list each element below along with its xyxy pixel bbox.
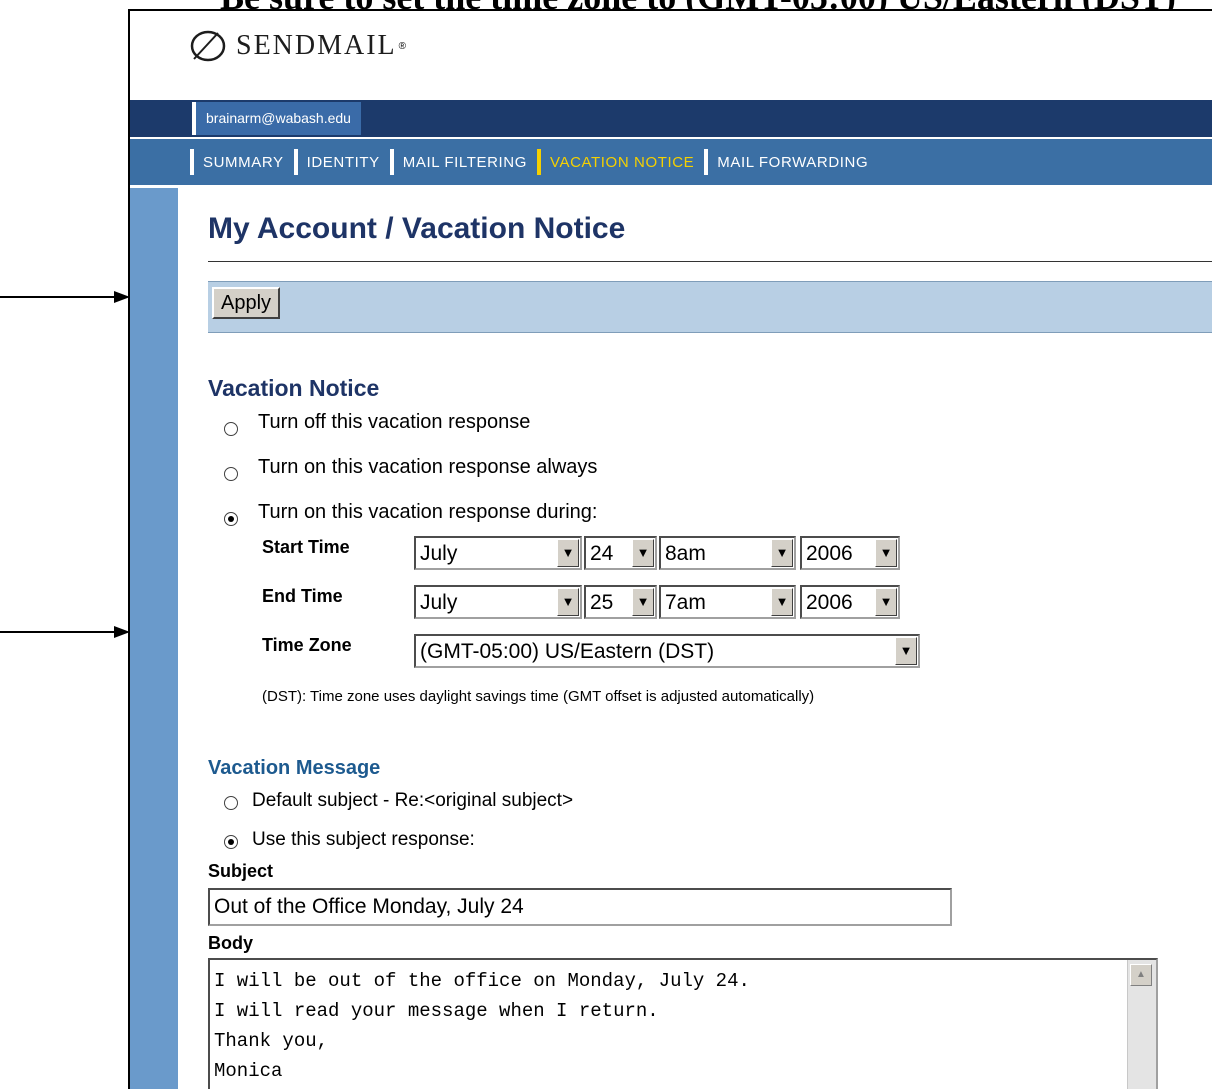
registered-mark: ®	[398, 40, 407, 52]
apply-toolbar: Apply	[208, 281, 1212, 333]
dropdown-arrow-icon[interactable]: ▼	[771, 588, 793, 616]
start-time-label: Start Time	[262, 537, 350, 557]
sendmail-logo-icon	[190, 30, 226, 62]
subject-input[interactable]	[208, 888, 952, 926]
dropdown-arrow-icon[interactable]: ▼	[557, 588, 579, 616]
tab-mail-forwarding[interactable]: MAIL FORWARDING	[704, 149, 878, 175]
user-bar: brainarm@wabash.edu	[130, 100, 1212, 137]
tab-identity[interactable]: IDENTITY	[293, 149, 390, 175]
end-month-value: July	[420, 591, 458, 614]
brand-name: SENDMAIL	[236, 30, 397, 61]
tab-summary[interactable]: SUMMARY	[190, 149, 294, 175]
radio-turn-on-during[interactable]	[224, 512, 238, 526]
vacation-message-title: Vacation Message	[208, 757, 381, 779]
start-day-select[interactable]: 24 ▼	[584, 536, 657, 570]
body-label: Body	[208, 933, 253, 953]
title-divider	[208, 261, 1212, 262]
pointer-arrow-icon	[0, 291, 130, 303]
time-zone-select[interactable]: (GMT-05:00) US/Eastern (DST) ▼	[414, 634, 920, 668]
subject-label: Subject	[208, 861, 274, 881]
sidebar	[130, 188, 178, 1089]
end-hour-select[interactable]: 7am ▼	[659, 585, 796, 619]
vacation-notice-title: Vacation Notice	[208, 375, 380, 401]
dropdown-arrow-icon[interactable]: ▼	[632, 588, 654, 616]
apply-button[interactable]: Apply	[212, 287, 281, 319]
start-day-value: 24	[590, 542, 614, 565]
radio-turn-off[interactable]	[224, 422, 238, 436]
end-year-select[interactable]: 2006 ▼	[800, 585, 900, 619]
end-time-label: End Time	[262, 586, 343, 606]
body-scrollbar[interactable]: ▲	[1127, 960, 1156, 1089]
body-text: I will be out of the office on Monday, J…	[214, 970, 750, 1082]
end-day-select[interactable]: 25 ▼	[584, 585, 657, 619]
time-zone-value: (GMT-05:00) US/Eastern (DST)	[420, 640, 715, 663]
dropdown-arrow-icon[interactable]: ▼	[771, 539, 793, 567]
dropdown-arrow-icon[interactable]: ▼	[557, 539, 579, 567]
user-email-tab[interactable]: brainarm@wabash.edu	[192, 102, 361, 135]
radio-turn-on-always[interactable]	[224, 467, 238, 481]
brand-header: SENDMAIL ®	[188, 23, 406, 69]
scroll-up-icon[interactable]: ▲	[1130, 964, 1152, 986]
start-year-value: 2006	[806, 542, 853, 565]
dropdown-arrow-icon[interactable]: ▼	[875, 539, 897, 567]
end-month-select[interactable]: July ▼	[414, 585, 582, 619]
start-hour-select[interactable]: 8am ▼	[659, 536, 796, 570]
dropdown-arrow-icon[interactable]: ▼	[895, 637, 917, 665]
end-day-value: 25	[590, 591, 614, 614]
pointer-arrow-icon	[0, 626, 130, 638]
radio-turn-on-always-label: Turn on this vacation response always	[258, 456, 598, 478]
start-hour-value: 8am	[665, 542, 706, 565]
radio-turn-off-label: Turn off this vacation response	[258, 411, 531, 433]
page-title: My Account / Vacation Notice	[208, 212, 626, 245]
time-zone-label: Time Zone	[262, 635, 352, 655]
start-year-select[interactable]: 2006 ▼	[800, 536, 900, 570]
tab-vacation-notice[interactable]: VACATION NOTICE	[537, 149, 704, 175]
radio-turn-on-during-label: Turn on this vacation response during:	[258, 501, 598, 523]
dropdown-arrow-icon[interactable]: ▼	[875, 588, 897, 616]
tab-mail-filtering[interactable]: MAIL FILTERING	[389, 149, 537, 175]
body-textarea[interactable]: I will be out of the office on Monday, J…	[208, 958, 1158, 1089]
nav-tab-bar: SUMMARY IDENTITY MAIL FILTERING VACATION…	[130, 139, 1212, 185]
end-hour-value: 7am	[665, 591, 706, 614]
start-month-value: July	[420, 542, 458, 565]
radio-default-subject[interactable]	[224, 796, 238, 810]
dst-note: (DST): Time zone uses daylight savings t…	[262, 688, 815, 705]
sendmail-window: SENDMAIL ® brainarm@wabash.edu SUMMARY ID…	[128, 9, 1212, 1089]
start-month-select[interactable]: July ▼	[414, 536, 582, 570]
end-year-value: 2006	[806, 591, 853, 614]
radio-use-subject[interactable]	[224, 835, 238, 849]
dropdown-arrow-icon[interactable]: ▼	[632, 539, 654, 567]
radio-use-subject-label: Use this subject response:	[252, 829, 475, 850]
radio-default-subject-label: Default subject - Re:<original subject>	[252, 790, 574, 811]
